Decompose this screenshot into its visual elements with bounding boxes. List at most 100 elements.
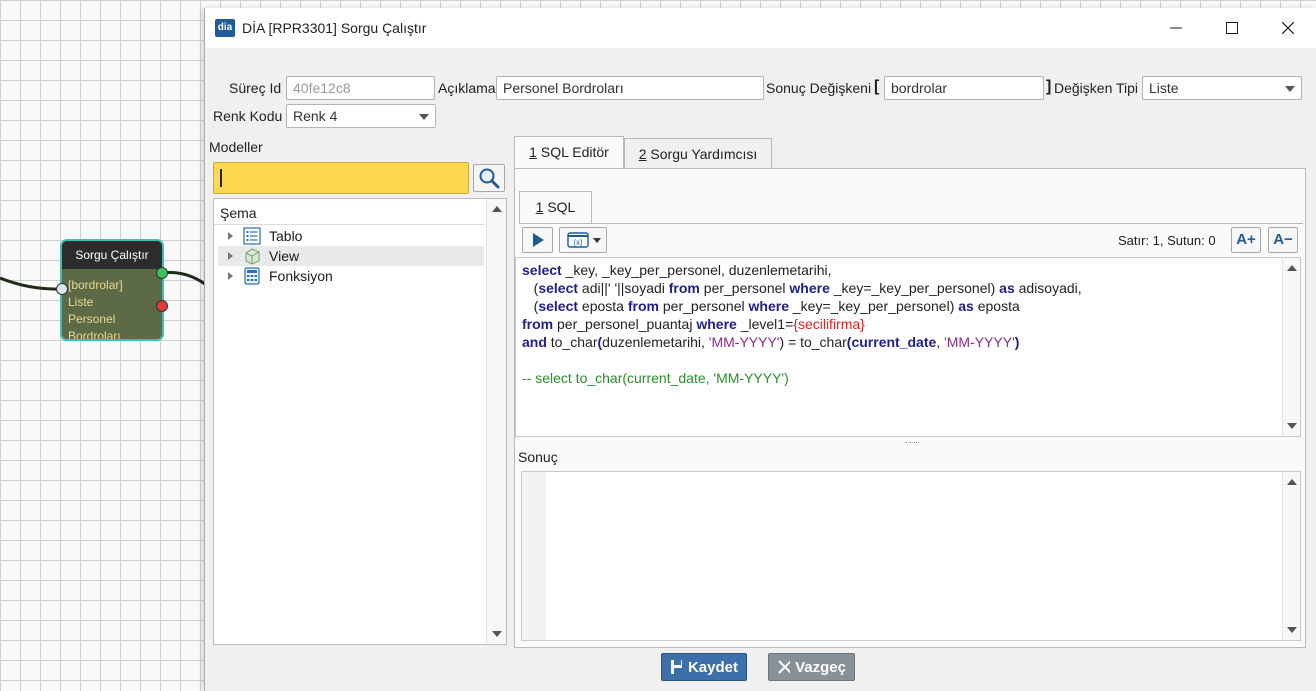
tree-item-tablo[interactable]: Tablo — [218, 226, 484, 246]
tree-item-view[interactable]: View — [218, 246, 484, 266]
expand-arrow-icon[interactable] — [228, 252, 233, 260]
save-button[interactable]: Kaydet — [661, 653, 747, 681]
result-scrollbar[interactable] — [1282, 472, 1300, 640]
code-line: (select eposta from per_personel where _… — [522, 297, 1020, 315]
workflow-node[interactable]: Sorgu Çalıştır [bordrolar] Liste Persone… — [60, 239, 164, 341]
code-token: select — [538, 298, 579, 314]
node-line: Liste — [68, 295, 94, 309]
model-search-button[interactable] — [473, 164, 505, 192]
code-token: select — [522, 262, 562, 278]
cursor-status: Satır: 1, Sutun: 0 — [1118, 233, 1216, 248]
code-line: and to_char(duzenlemetarihi, 'MM-YYYY') … — [522, 333, 1019, 351]
tab-mnemonic: 1 — [529, 144, 537, 160]
code-token: 'MM-YYYY' — [708, 334, 780, 350]
code-token: per_personel_puantaj — [553, 316, 697, 332]
expand-arrow-icon[interactable] — [228, 232, 233, 240]
scroll-up-icon[interactable] — [1287, 265, 1297, 271]
subtab-divider — [519, 223, 1303, 224]
code-token: , — [936, 334, 945, 350]
code-token: current_date — [851, 334, 937, 350]
title-bar: dia DİA [RPR3301] Sorgu Çalıştır — [205, 8, 1316, 48]
code-token: adisoyadi, — [1014, 280, 1082, 296]
variable-icon: (x) — [567, 232, 601, 248]
tab-label: SQL Editör — [536, 144, 609, 160]
sql-code-editor[interactable]: select _key, _key_per_personel, duzenlem… — [515, 257, 1301, 437]
code-token: select — [538, 280, 579, 296]
node-error-port[interactable] — [156, 300, 168, 312]
node-line: Bordroları — [68, 329, 121, 341]
tree-item-fonksiyon[interactable]: Fonksiyon — [218, 266, 484, 286]
code-token: ( — [522, 280, 539, 296]
node-input-port[interactable] — [56, 283, 68, 295]
tab-sql[interactable]: 1 SQL — [519, 191, 592, 224]
code-token: ( — [522, 298, 539, 314]
code-token: from — [627, 298, 659, 314]
minimize-button[interactable] — [1148, 8, 1204, 48]
run-button[interactable] — [522, 227, 553, 253]
result-label: Sonuç — [518, 449, 558, 465]
tree-header-divider — [214, 224, 484, 225]
code-token: per_personel — [659, 298, 749, 314]
code-token: and — [522, 334, 547, 350]
node-line: Personel — [68, 312, 116, 326]
code-token: as — [958, 298, 974, 314]
variables-dropdown-button[interactable]: (x) — [559, 227, 607, 253]
close-icon — [778, 660, 791, 674]
tab-query-helper[interactable]: 2 Sorgu Yardımcısı — [624, 138, 772, 170]
code-token: _key=_key_per_personel) — [788, 298, 959, 314]
code-token: from — [522, 316, 554, 332]
tab-sql-editor[interactable]: 1 SQL Editör — [514, 136, 624, 169]
window-title: DİA [RPR3301] Sorgu Çalıştır — [242, 20, 427, 36]
code-token: _key=_key_per_personel) — [829, 280, 1000, 296]
scroll-up-icon[interactable] — [492, 206, 502, 212]
models-label: Modeller — [209, 139, 263, 155]
code-line: (select adi||' '||soyadi from per_person… — [522, 279, 1082, 297]
code-line: -- select to_char(current_date, 'MM-YYYY… — [522, 369, 789, 387]
code-token: eposta — [578, 298, 628, 314]
svg-text:(x): (x) — [573, 238, 583, 247]
color-code-value: Renk 4 — [293, 108, 338, 124]
model-search-input[interactable] — [213, 162, 469, 194]
scroll-down-icon[interactable] — [1287, 423, 1297, 429]
tree-item-label: Tablo — [269, 228, 303, 244]
tab-mnemonic: 2 — [638, 146, 647, 162]
node-line: [bordrolar] — [68, 278, 123, 292]
result-var-field[interactable] — [884, 76, 1044, 100]
scroll-down-icon[interactable] — [492, 631, 502, 637]
var-type-select[interactable]: Liste — [1142, 76, 1302, 100]
code-token: adi||' '||soyadi — [578, 280, 669, 296]
code-token: from — [668, 280, 700, 296]
close-button[interactable] — [1260, 8, 1316, 48]
list-icon — [243, 227, 261, 245]
tree-header: Şema — [220, 205, 257, 221]
scroll-down-icon[interactable] — [1287, 627, 1297, 633]
result-gutter — [522, 472, 546, 640]
editor-scrollbar[interactable] — [1282, 258, 1300, 436]
code-token: as — [999, 280, 1015, 296]
code-token: where — [748, 298, 789, 314]
color-code-label: Renk Kodu — [213, 108, 283, 124]
scroll-up-icon[interactable] — [1287, 479, 1297, 485]
code-line: select _key, _key_per_personel, duzenlem… — [522, 261, 832, 279]
code-token: where — [696, 316, 737, 332]
cancel-label: Vazgeç — [795, 658, 846, 676]
maximize-button[interactable] — [1204, 8, 1260, 48]
schema-tree[interactable]: Şema Tablo View Fonksiyon — [213, 198, 507, 645]
result-panel[interactable] — [521, 471, 1301, 641]
font-decrease-button[interactable]: A− — [1268, 227, 1298, 253]
tree-scrollbar[interactable] — [486, 199, 506, 644]
code-token: _level1= — [736, 316, 794, 332]
process-id-field[interactable] — [286, 76, 435, 100]
node-success-port[interactable] — [156, 267, 168, 279]
tree-item-label: View — [269, 248, 300, 264]
font-increase-button[interactable]: A+ — [1231, 227, 1261, 253]
color-code-select[interactable]: Renk 4 — [286, 104, 436, 128]
cancel-button[interactable]: Vazgeç — [768, 653, 855, 681]
tree-item-label: Fonksiyon — [269, 268, 333, 284]
description-field[interactable] — [496, 76, 764, 100]
splitter-handle[interactable] — [905, 442, 919, 444]
code-token: to_char — [546, 334, 598, 350]
result-var-label: Sonuç Değişkeni — [766, 80, 872, 96]
chevron-down-icon — [1285, 86, 1295, 92]
expand-arrow-icon[interactable] — [228, 272, 233, 280]
